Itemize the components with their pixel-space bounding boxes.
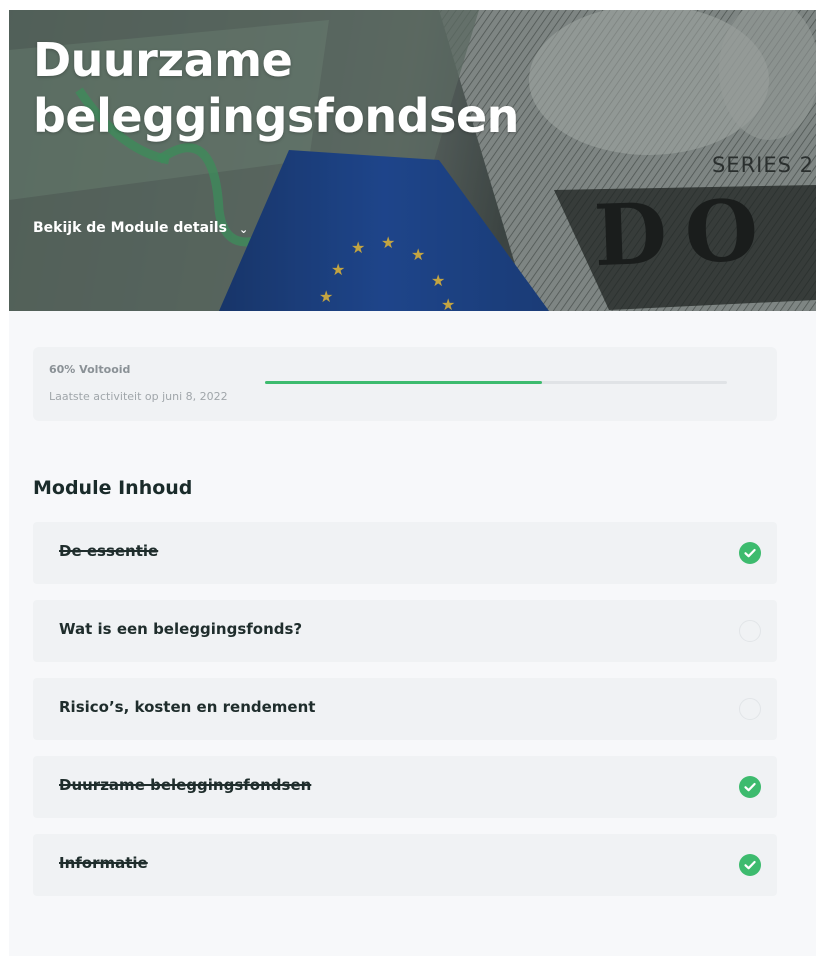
module-content-heading: Module Inhoud bbox=[33, 477, 193, 499]
module-title-line-1: Duurzame bbox=[33, 33, 293, 87]
lesson-title: Duurzame beleggingsfondsen bbox=[59, 776, 312, 794]
module-hero-banner: ★ ★ ★ ★ ★ ★ ★ SERIES 2 DO 50 Duurzame be… bbox=[9, 10, 816, 311]
check-circle-icon bbox=[739, 542, 761, 564]
banknote-denomination-text: DO bbox=[592, 179, 778, 286]
module-details-label: Bekijk de Module details bbox=[33, 220, 227, 236]
progress-percent-label: 60% Voltooid bbox=[49, 363, 131, 376]
check-circle-icon bbox=[739, 776, 761, 798]
check-circle-icon bbox=[739, 854, 761, 876]
lesson-title: De essentie bbox=[59, 542, 159, 560]
module-details-toggle[interactable]: Bekijk de Module details ⌄ bbox=[33, 220, 248, 236]
empty-circle-icon bbox=[739, 698, 761, 720]
empty-circle-icon bbox=[739, 620, 761, 642]
module-title-line-2: beleggingsfondsen bbox=[33, 89, 519, 143]
module-page: ★ ★ ★ ★ ★ ★ ★ SERIES 2 DO 50 Duurzame be… bbox=[9, 10, 816, 956]
lesson-item[interactable]: Wat is een beleggingsfonds? bbox=[33, 600, 777, 662]
lesson-title: Wat is een beleggingsfonds? bbox=[59, 620, 303, 638]
lesson-item[interactable]: Informatie bbox=[33, 834, 777, 896]
lesson-list: De essentie Wat is een beleggingsfonds? … bbox=[33, 522, 777, 912]
lesson-title: Informatie bbox=[59, 854, 148, 872]
progress-bar bbox=[265, 381, 727, 384]
lesson-item[interactable]: De essentie bbox=[33, 522, 777, 584]
last-activity-text: Laatste activiteit op juni 8, 2022 bbox=[49, 390, 228, 403]
lesson-title: Risico’s, kosten en rendement bbox=[59, 698, 316, 716]
progress-bar-fill bbox=[265, 381, 543, 384]
chevron-down-icon: ⌄ bbox=[238, 222, 249, 236]
module-title: Duurzame beleggingsfondsen bbox=[33, 32, 519, 144]
lesson-item[interactable]: Risico’s, kosten en rendement bbox=[33, 678, 777, 740]
progress-card: 60% Voltooid Laatste activiteit op juni … bbox=[33, 347, 777, 421]
banknote-series-text: SERIES 2 bbox=[711, 153, 814, 177]
lesson-item[interactable]: Duurzame beleggingsfondsen bbox=[33, 756, 777, 818]
